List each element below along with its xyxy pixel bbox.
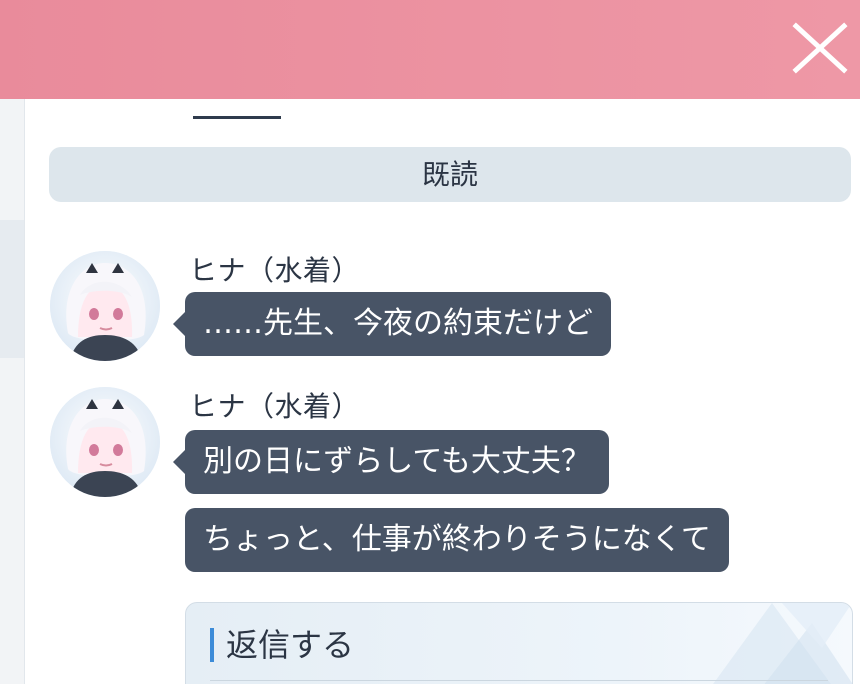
- speaker-name: ヒナ（水着）: [189, 254, 361, 287]
- message-bubble: ……先生、今夜の約束だけど: [173, 292, 611, 356]
- chat-window: 既読 ヒナ（水着） ……先生、今夜の約束だけど ヒナ（水着） 別の日にずらしても…: [0, 0, 860, 684]
- header-bar: [0, 0, 860, 99]
- scroll-indicator-line: [193, 116, 281, 119]
- side-tab[interactable]: [0, 220, 24, 358]
- decorative-triangles: [713, 603, 852, 684]
- character-avatar-image: [50, 251, 160, 361]
- message-bubble: 別の日にずらしても大丈夫？: [173, 430, 609, 494]
- close-button[interactable]: [790, 22, 850, 74]
- reply-label: 返信する: [226, 626, 355, 664]
- side-panel: [0, 99, 25, 684]
- close-icon: [792, 22, 848, 74]
- avatar[interactable]: [50, 387, 160, 497]
- reply-button[interactable]: 返信する: [185, 602, 853, 684]
- message-bubble: ちょっと、仕事が終わりそうになくて: [185, 508, 729, 572]
- reply-accent-bar: [210, 628, 214, 662]
- avatar[interactable]: [50, 251, 160, 361]
- read-status-bar: 既読: [49, 147, 851, 202]
- message-panel: 既読 ヒナ（水着） ……先生、今夜の約束だけど ヒナ（水着） 別の日にずらしても…: [25, 99, 860, 684]
- speaker-name: ヒナ（水着）: [189, 390, 361, 423]
- character-avatar-image: [50, 387, 160, 497]
- reply-divider: [210, 680, 828, 681]
